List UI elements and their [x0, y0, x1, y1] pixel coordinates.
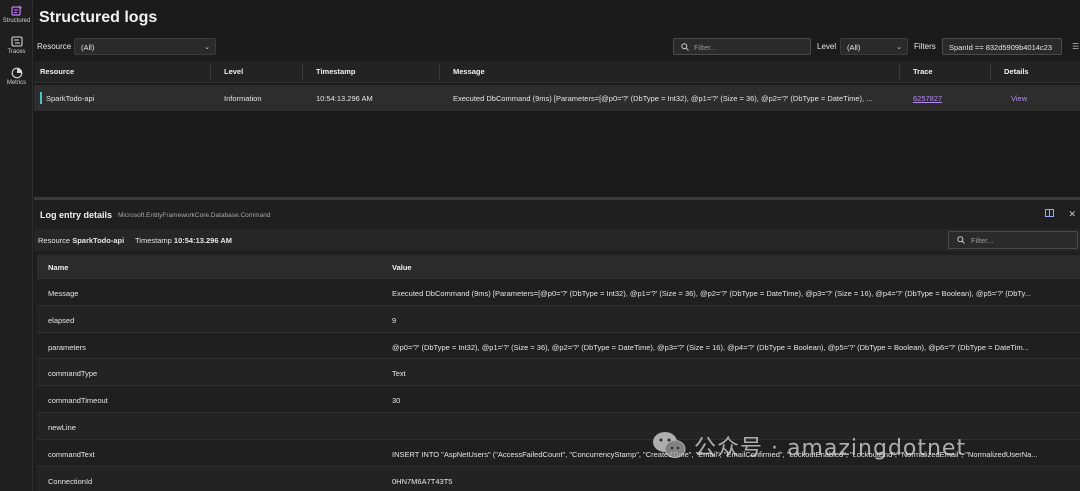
property-row[interactable]: elapsed 9	[37, 305, 1080, 333]
property-row[interactable]: commandText INSERT INTO "AspNetUsers" ("…	[37, 440, 1080, 467]
column-divider[interactable]	[210, 64, 211, 80]
meta-timestamp: Timestamp 10:54:13.296 AM	[135, 236, 232, 245]
main-area: Structured logs Resource (All) ⌄ Filter.…	[34, 0, 1080, 491]
resource-color-bar	[40, 92, 42, 104]
row-view-link[interactable]: View	[1011, 94, 1027, 103]
toolbar: Resource (All) ⌄ Filter... Level (All) ⌄…	[34, 37, 1080, 57]
column-divider[interactable]	[899, 64, 900, 80]
level-label: Level	[817, 42, 837, 51]
property-name: elapsed	[48, 315, 75, 325]
column-divider[interactable]	[302, 64, 303, 80]
property-row[interactable]: newLine	[37, 412, 1080, 440]
details-category: Microsoft.EntityFrameworkCore.Database.C…	[118, 212, 271, 219]
property-name: newLine	[48, 422, 76, 432]
details-actions: ✕	[1045, 209, 1076, 220]
more-icon[interactable]: ☰	[1072, 42, 1079, 51]
property-name: commandText	[48, 449, 95, 459]
meta-timestamp-label: Timestamp	[135, 236, 172, 245]
chevron-down-icon: ⌄	[896, 44, 902, 51]
property-name: commandType	[48, 369, 98, 379]
nav-item-traces[interactable]: Traces	[0, 31, 33, 62]
column-divider[interactable]	[439, 64, 440, 80]
property-value: 0HN7M6A7T43T5	[392, 476, 453, 486]
property-name: commandTimeout	[48, 396, 108, 406]
row-level: Information	[224, 94, 262, 103]
property-name: Message	[48, 289, 79, 298]
properties-table: Name Value Message Executed DbCommand (9…	[37, 255, 1080, 491]
page-title: Structured logs	[39, 9, 158, 26]
search-icon	[957, 236, 965, 246]
row-timestamp: 10:54:13.296 AM	[316, 94, 373, 103]
meta-resource-value: SparkTodo-api	[72, 236, 125, 245]
meta-resource: Resource SparkTodo-api	[38, 236, 124, 245]
nav-item-metrics[interactable]: Metrics	[0, 62, 33, 93]
log-entry-details-panel: Log entry details Microsoft.EntityFramew…	[34, 200, 1080, 491]
filter-chip[interactable]: SpanId == 832d5909b4014c23	[942, 38, 1062, 55]
property-value: Text	[392, 369, 406, 379]
logs-grid-header: Resource Level Timestamp Message Trace D…	[34, 61, 1080, 83]
details-title: Log entry details	[40, 210, 113, 220]
column-message[interactable]: Message	[453, 67, 485, 76]
column-value[interactable]: Value	[392, 263, 412, 272]
property-row[interactable]: parameters @p0='?' (DbType = Int32), @p1…	[37, 333, 1080, 360]
resource-select-value: (All)	[81, 43, 95, 52]
row-resource: SparkTodo-api	[46, 94, 95, 103]
traces-icon	[10, 36, 23, 47]
row-trace-link[interactable]: 6257827	[913, 94, 942, 103]
search-icon	[681, 43, 689, 53]
log-search-placeholder: Filter...	[694, 43, 717, 52]
details-search-placeholder: Filter...	[971, 236, 994, 245]
chevron-down-icon: ⌄	[204, 44, 210, 51]
property-value: 9	[392, 315, 397, 325]
property-value: 30	[392, 396, 401, 406]
metrics-icon	[11, 67, 23, 78]
property-row[interactable]: commandType Text	[37, 359, 1080, 387]
property-value: INSERT INTO "AspNetUsers" ("AccessFailed…	[392, 449, 1038, 459]
resource-select[interactable]: (All) ⌄	[74, 38, 216, 55]
meta-timestamp-value: 10:54:13.296 AM	[173, 236, 232, 245]
nav-label-traces: Traces	[7, 49, 26, 55]
property-value: Executed DbCommand (9ms) [Parameters=[@p…	[392, 289, 1031, 298]
property-name: parameters	[48, 342, 86, 352]
column-divider[interactable]	[990, 64, 991, 80]
nav-label-metrics: Metrics	[6, 80, 27, 86]
column-resource[interactable]: Resource	[40, 67, 74, 76]
property-row[interactable]: Message Executed DbCommand (9ms) [Parame…	[37, 279, 1080, 306]
level-select[interactable]: (All) ⌄	[840, 38, 908, 55]
property-row[interactable]: commandTimeout 30	[37, 386, 1080, 413]
column-timestamp[interactable]: Timestamp	[316, 67, 355, 76]
filter-chip-text: SpanId == 832d5909b4014c23	[949, 43, 1053, 52]
details-meta-bar: Resource SparkTodo-api Timestamp 10:54:1…	[34, 229, 1080, 251]
column-name[interactable]: Name	[48, 263, 68, 272]
property-row[interactable]: ConnectionId 0HN7M6A7T43T5	[37, 466, 1080, 491]
property-value: @p0='?' (DbType = Int32), @p1='?' (Size …	[392, 342, 1029, 352]
details-search-input[interactable]: Filter...	[948, 231, 1078, 249]
side-nav: Structured Traces Metrics	[0, 0, 33, 491]
column-trace[interactable]: Trace	[913, 67, 933, 76]
filters-label: Filters	[914, 42, 936, 51]
table-row[interactable]: SparkTodo-api Information 10:54:13.296 A…	[34, 85, 1080, 111]
properties-header: Name Value	[37, 255, 1080, 279]
resource-label: Resource	[37, 42, 72, 51]
nav-item-structured[interactable]: Structured	[0, 0, 33, 31]
close-icon[interactable]: ✕	[1068, 209, 1076, 220]
meta-resource-label: Resource	[38, 236, 71, 245]
column-level[interactable]: Level	[224, 67, 243, 76]
split-orientation-icon[interactable]	[1045, 209, 1055, 220]
nav-label-structured: Structured	[2, 18, 31, 24]
row-message: Executed DbCommand (9ms) [Parameters=[@p…	[453, 94, 873, 103]
log-search-input[interactable]: Filter...	[673, 38, 811, 55]
structured-logs-icon	[10, 5, 23, 16]
column-details[interactable]: Details	[1004, 67, 1029, 76]
property-name: ConnectionId	[48, 476, 93, 486]
level-select-value: (All)	[847, 43, 861, 52]
